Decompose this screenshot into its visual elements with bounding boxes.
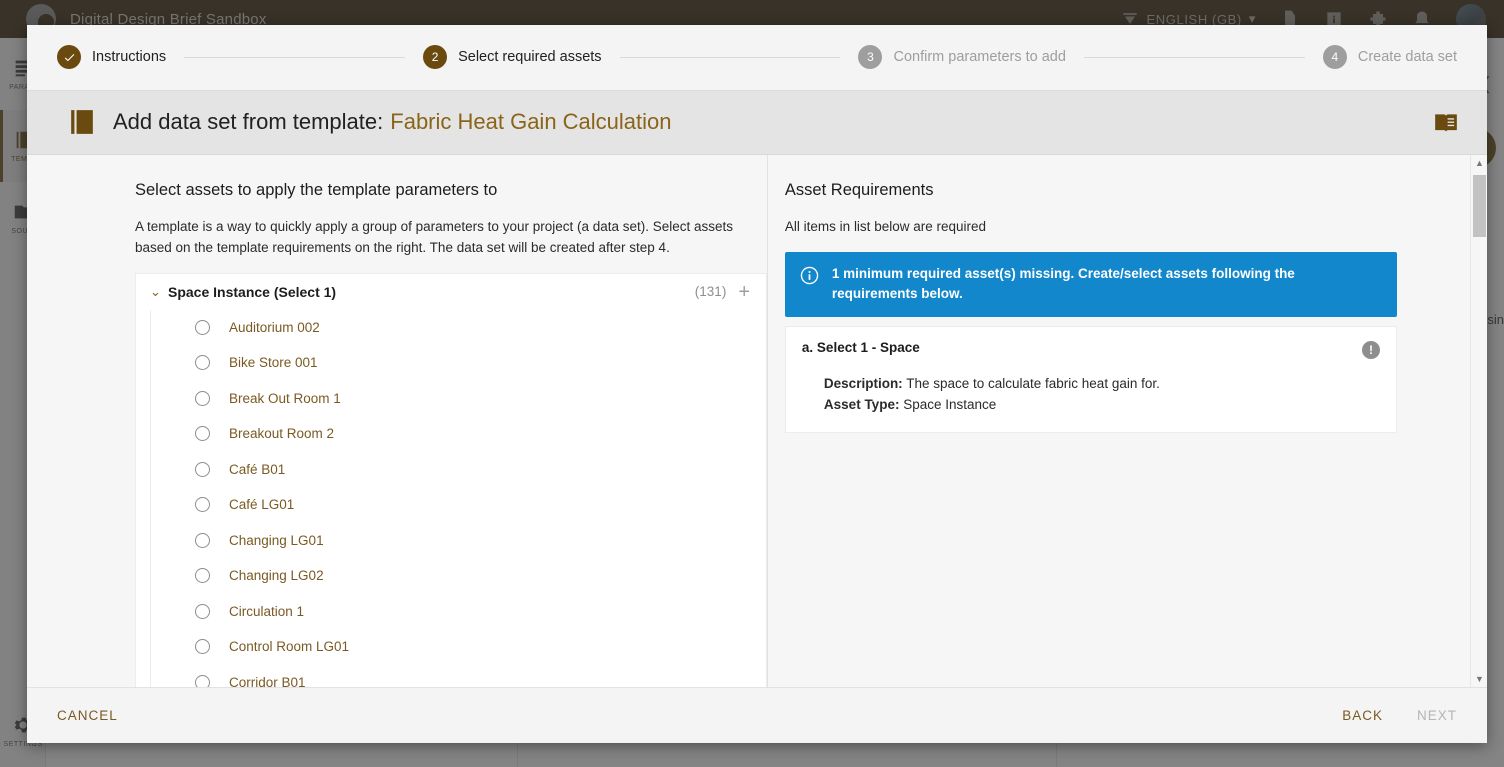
radio-button[interactable] xyxy=(195,497,210,513)
step-select-assets[interactable]: 2 Select required assets xyxy=(423,45,602,70)
step-connector xyxy=(619,56,841,58)
asset-option-label: Corridor B01 xyxy=(229,674,306,688)
page-title-prefix: Add data set from template: xyxy=(113,109,384,135)
asset-option-label: Café LG01 xyxy=(229,497,295,513)
left-pane-description: A template is a way to quickly apply a g… xyxy=(135,218,734,255)
description-label: Description: xyxy=(823,376,903,392)
radio-button[interactable] xyxy=(195,461,210,477)
dialog-body: Select assets to apply the template para… xyxy=(27,153,1487,688)
asset-list: ⌄ Space Instance (Select 1) (131) + Audi… xyxy=(135,272,767,688)
step-1-badge xyxy=(57,45,81,70)
asset-option-row[interactable]: Corridor B01 xyxy=(151,665,766,687)
step-1-label: Instructions xyxy=(92,49,167,66)
page-title-accent: Fabric Heat Gain Calculation xyxy=(390,109,672,135)
asset-option-row[interactable]: Café B01 xyxy=(151,452,766,488)
asset-option-row[interactable]: Breakout Room 2 xyxy=(151,416,766,452)
asset-type-label: Asset Type: xyxy=(823,396,900,412)
asset-option-row[interactable]: Changing LG01 xyxy=(151,523,766,559)
step-4-badge: 4 xyxy=(1322,45,1347,70)
left-pane-heading: Select assets to apply the template para… xyxy=(135,180,498,199)
asset-group-header[interactable]: ⌄ Space Instance (Select 1) (131) + xyxy=(136,273,766,310)
asset-option-row[interactable]: Auditorium 002 xyxy=(151,310,766,346)
asset-option-row[interactable]: Control Room LG01 xyxy=(151,629,766,665)
book-icon[interactable] xyxy=(1433,109,1459,135)
cancel-button[interactable]: CANCEL xyxy=(57,708,118,723)
asset-option-row[interactable]: Circulation 1 xyxy=(151,594,766,630)
chevron-down-icon[interactable]: ⌄ xyxy=(150,284,168,300)
dialog-title-bar: Add data set from template: Fabric Heat G… xyxy=(27,89,1487,154)
step-instructions[interactable]: Instructions xyxy=(57,45,167,70)
step-confirm-parameters[interactable]: 3 Confirm parameters to add xyxy=(858,45,1066,70)
step-4-label: Create data set xyxy=(1357,49,1458,66)
right-pane-heading: Asset Requirements xyxy=(784,180,934,199)
requirement-body: a. Select 1 - Space Description: The spa… xyxy=(802,340,1362,415)
next-button: NEXT xyxy=(1416,708,1457,724)
scroll-up-icon[interactable]: ▲ xyxy=(1471,155,1487,172)
asset-requirements-pane: Asset Requirements All items in list bel… xyxy=(768,155,1487,687)
banner-text: 1 minimum required asset(s) missing. Cre… xyxy=(831,265,1295,302)
page-title: Add data set from template: Fabric Heat G… xyxy=(113,109,672,135)
footer-actions: BACK NEXT xyxy=(1342,708,1457,723)
asset-group-label: Space Instance (Select 1) xyxy=(168,283,337,300)
asset-type-value: Space Instance xyxy=(903,396,997,412)
asset-option-row[interactable]: Break Out Room 1 xyxy=(151,381,766,417)
scroll-down-icon[interactable]: ▼ xyxy=(1471,670,1487,687)
scrollbar-thumb[interactable] xyxy=(1473,174,1486,237)
asset-option-label: Control Room LG01 xyxy=(229,639,350,655)
add-data-set-dialog: Instructions 2 Select required assets 3 … xyxy=(27,25,1487,743)
asset-option-row[interactable]: Café LG01 xyxy=(151,487,766,523)
asset-option-label: Café B01 xyxy=(229,461,286,477)
description-value: The space to calculate fabric heat gain … xyxy=(906,376,1160,392)
step-connector xyxy=(184,56,406,58)
dialog-scrollbar[interactable]: ▲ ▼ xyxy=(1470,154,1487,688)
step-connector xyxy=(1083,56,1305,58)
back-button[interactable]: BACK xyxy=(1342,708,1383,723)
requirement-card: a. Select 1 - Space Description: The spa… xyxy=(784,326,1397,434)
radio-button[interactable] xyxy=(195,390,210,406)
asset-option-label: Circulation 1 xyxy=(229,603,305,619)
asset-option-label: Break Out Room 1 xyxy=(229,390,341,406)
asset-option-row[interactable]: Bike Store 001 xyxy=(151,345,766,381)
radio-button[interactable] xyxy=(195,319,210,335)
step-3-label: Confirm parameters to add xyxy=(893,49,1066,66)
asset-options: Auditorium 002 Bike Store 001 Break Out Ro… xyxy=(150,309,766,687)
requirement-title: a. Select 1 - Space xyxy=(801,340,920,356)
radio-button[interactable] xyxy=(195,603,210,619)
step-2-label: Select required assets xyxy=(458,49,602,66)
dialog-footer: CANCEL BACK NEXT xyxy=(27,687,1487,743)
step-2-badge: 2 xyxy=(423,45,448,70)
asset-selection-pane: Select assets to apply the template para… xyxy=(27,155,767,688)
radio-button[interactable] xyxy=(195,532,210,548)
missing-asset-banner: 1 minimum required asset(s) missing. Cre… xyxy=(784,251,1397,318)
asset-option-label: Auditorium 002 xyxy=(229,319,320,335)
right-pane-subtext: All items in list below are required xyxy=(784,218,987,234)
radio-button[interactable] xyxy=(195,674,210,687)
template-document-icon xyxy=(69,107,95,137)
asset-option-label: Bike Store 001 xyxy=(229,355,318,371)
radio-button[interactable] xyxy=(195,639,210,655)
wizard-stepper: Instructions 2 Select required assets 3 … xyxy=(27,25,1487,90)
step-3-badge: 3 xyxy=(858,45,883,70)
asset-option-label: Breakout Room 2 xyxy=(229,426,335,442)
asset-option-row[interactable]: Changing LG02 xyxy=(151,558,766,594)
add-asset-icon[interactable]: + xyxy=(738,282,750,302)
info-circle-icon xyxy=(800,266,819,285)
radio-button[interactable] xyxy=(195,568,210,584)
radio-button[interactable] xyxy=(195,426,210,442)
asset-option-label: Changing LG01 xyxy=(229,532,324,548)
check-icon xyxy=(64,53,74,62)
asset-group-count: (131) xyxy=(694,284,727,300)
requirement-details: Description: The space to calculate fabr… xyxy=(802,374,1362,415)
radio-button[interactable] xyxy=(195,355,210,371)
asset-option-label: Changing LG02 xyxy=(229,568,324,584)
status-badge: ! xyxy=(1362,341,1380,360)
step-create-data-set[interactable]: 4 Create data set xyxy=(1322,45,1458,70)
